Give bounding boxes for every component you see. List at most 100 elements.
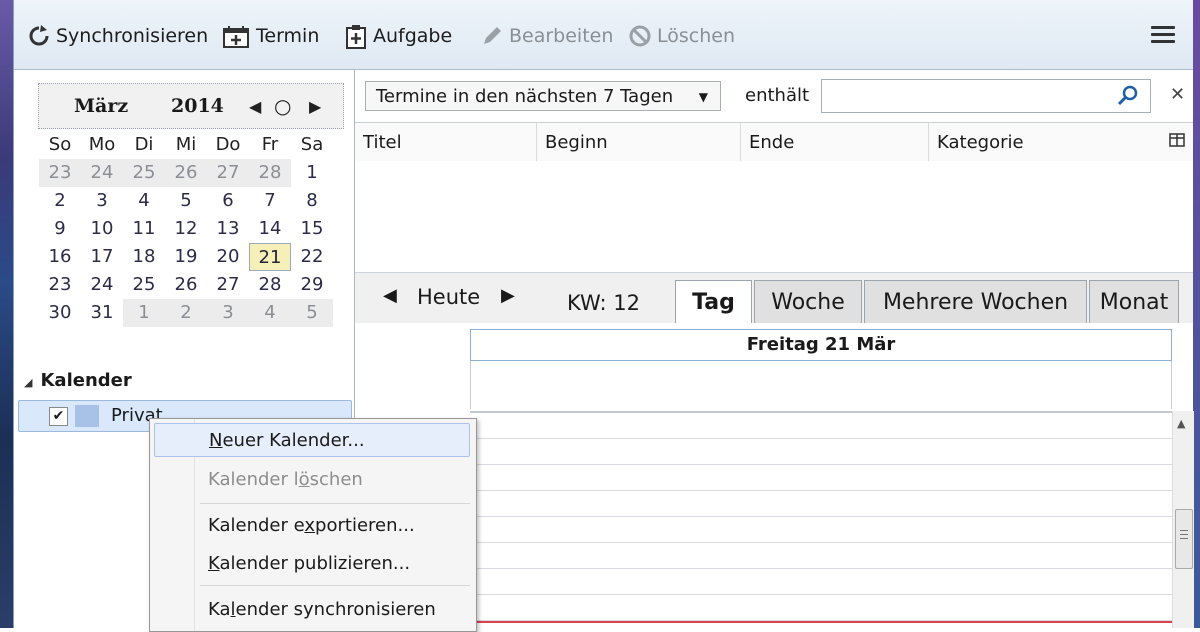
week-row: 23 24 25 26 27 28 29: [39, 271, 333, 299]
previous-day-icon[interactable]: ◀: [383, 285, 397, 306]
weekday-label: Do: [215, 134, 241, 155]
close-filter-icon[interactable]: ✕: [1170, 84, 1185, 105]
week-number: KW: 12: [567, 291, 641, 315]
day-cell[interactable]: 20: [207, 243, 249, 271]
delete-button[interactable]: Löschen: [629, 22, 735, 50]
day-view: Freitag 21 Mär ▲: [355, 323, 1194, 628]
minimonth-year[interactable]: 2014: [171, 95, 224, 117]
day-cell[interactable]: 27: [207, 159, 249, 187]
search-icon[interactable]: [1116, 84, 1140, 108]
edit-button[interactable]: Bearbeiten: [481, 22, 613, 50]
today-circle-icon[interactable]: ○: [274, 94, 291, 118]
day-cell[interactable]: 11: [123, 215, 165, 243]
menu-separator: [200, 503, 470, 504]
day-cell[interactable]: 1: [291, 159, 333, 187]
next-day-icon[interactable]: ▶: [501, 285, 515, 306]
tab-week[interactable]: Woche: [754, 280, 862, 323]
day-cell[interactable]: 8: [291, 187, 333, 215]
day-cell[interactable]: 24: [81, 159, 123, 187]
menu-item-3[interactable]: Kalender publizieren...: [154, 547, 470, 581]
view-nav-bar: ◀ Heute ▶ KW: 12 Tag Woche Mehrere Woche…: [355, 272, 1193, 324]
day-cell[interactable]: 21: [249, 243, 291, 271]
day-cell[interactable]: 2: [165, 299, 207, 327]
day-cell[interactable]: 28: [249, 159, 291, 187]
day-cell[interactable]: 31: [81, 299, 123, 327]
tab-multiweek[interactable]: Mehrere Wochen: [864, 280, 1087, 323]
scroll-up-icon[interactable]: ▲: [1177, 417, 1185, 430]
day-view-scrollbar[interactable]: ▲: [1172, 411, 1194, 628]
calendar-checkbox[interactable]: ✔: [49, 407, 68, 426]
search-input[interactable]: [821, 79, 1151, 113]
scrollbar-thumb[interactable]: [1175, 509, 1193, 569]
tab-month[interactable]: Monat: [1089, 280, 1179, 323]
time-grid[interactable]: [470, 411, 1172, 628]
hamburger-menu-icon[interactable]: [1151, 26, 1175, 44]
all-day-area[interactable]: [470, 361, 1172, 409]
hour-line: [470, 568, 1172, 569]
calendar-list-header[interactable]: ◢ Kalender: [24, 370, 132, 391]
day-cell[interactable]: 13: [207, 215, 249, 243]
column-end[interactable]: Ende: [741, 123, 929, 161]
event-list[interactable]: [355, 161, 1193, 273]
day-cell[interactable]: 3: [207, 299, 249, 327]
menu-item-0[interactable]: Neuer Kalender...: [154, 423, 470, 457]
column-start[interactable]: Beginn: [537, 123, 741, 161]
tab-day[interactable]: Tag: [675, 280, 752, 324]
day-cell[interactable]: 2: [39, 187, 81, 215]
today-button[interactable]: Heute: [417, 285, 480, 309]
day-cell[interactable]: 25: [123, 271, 165, 299]
day-cell[interactable]: 30: [39, 299, 81, 327]
date-range-select[interactable]: Termine in den nächsten 7 Tagen ▼: [365, 81, 721, 111]
sync-button[interactable]: Synchronisieren: [28, 22, 208, 50]
day-cell[interactable]: 24: [81, 271, 123, 299]
contains-label: enthält: [745, 85, 810, 106]
day-cell[interactable]: 4: [249, 299, 291, 327]
day-cell[interactable]: 1: [123, 299, 165, 327]
day-cell[interactable]: 3: [81, 187, 123, 215]
day-cell[interactable]: 26: [165, 271, 207, 299]
day-cell[interactable]: 14: [249, 215, 291, 243]
day-cell[interactable]: 5: [165, 187, 207, 215]
day-cell[interactable]: 19: [165, 243, 207, 271]
new-event-button[interactable]: Termin: [222, 22, 319, 50]
day-cell[interactable]: 22: [291, 243, 333, 271]
menu-item-4[interactable]: Kalender synchronisieren: [154, 593, 470, 627]
day-cell[interactable]: 15: [291, 215, 333, 243]
day-cell[interactable]: 4: [123, 187, 165, 215]
day-cell[interactable]: 9: [39, 215, 81, 243]
day-cell[interactable]: 12: [165, 215, 207, 243]
day-cell[interactable]: 23: [39, 271, 81, 299]
hour-line: [470, 438, 1172, 439]
column-title[interactable]: Titel: [355, 123, 537, 161]
hour-line: [470, 516, 1172, 517]
day-cell[interactable]: 28: [249, 271, 291, 299]
day-cell[interactable]: 29: [291, 271, 333, 299]
menu-item-2[interactable]: Kalender exportieren...: [154, 509, 470, 543]
calendar-list-title: Kalender: [40, 370, 132, 391]
weekday-header-row: So Mo Di Mi Do Fr Sa: [39, 131, 333, 159]
day-cell[interactable]: 25: [123, 159, 165, 187]
menu-item-label: ö: [298, 469, 310, 490]
column-picker-icon[interactable]: [1169, 132, 1185, 152]
edit-label: Bearbeiten: [509, 25, 614, 47]
day-cell[interactable]: 26: [165, 159, 207, 187]
next-month-icon[interactable]: ▶: [309, 97, 321, 116]
day-cell[interactable]: 27: [207, 271, 249, 299]
day-cell[interactable]: 10: [81, 215, 123, 243]
day-cell[interactable]: 7: [249, 187, 291, 215]
day-cell[interactable]: 23: [39, 159, 81, 187]
new-task-button[interactable]: Aufgabe: [345, 22, 452, 50]
prev-month-icon[interactable]: ◀: [249, 97, 261, 116]
day-cell[interactable]: 5: [291, 299, 333, 327]
column-category[interactable]: Kategorie: [929, 123, 1159, 161]
filter-bar: Termine in den nächsten 7 Tagen ▼ enthäl…: [355, 70, 1193, 121]
day-cell[interactable]: 6: [207, 187, 249, 215]
day-header[interactable]: Freitag 21 Mär: [470, 329, 1172, 361]
day-cell[interactable]: 18: [123, 243, 165, 271]
day-cell[interactable]: 17: [81, 243, 123, 271]
delete-label: Löschen: [657, 25, 735, 47]
day-cell[interactable]: 16: [39, 243, 81, 271]
collapse-triangle-icon[interactable]: ◢: [24, 376, 32, 389]
menu-item-1[interactable]: Kalender löschen: [154, 463, 470, 497]
minimonth-month[interactable]: März: [74, 95, 128, 117]
